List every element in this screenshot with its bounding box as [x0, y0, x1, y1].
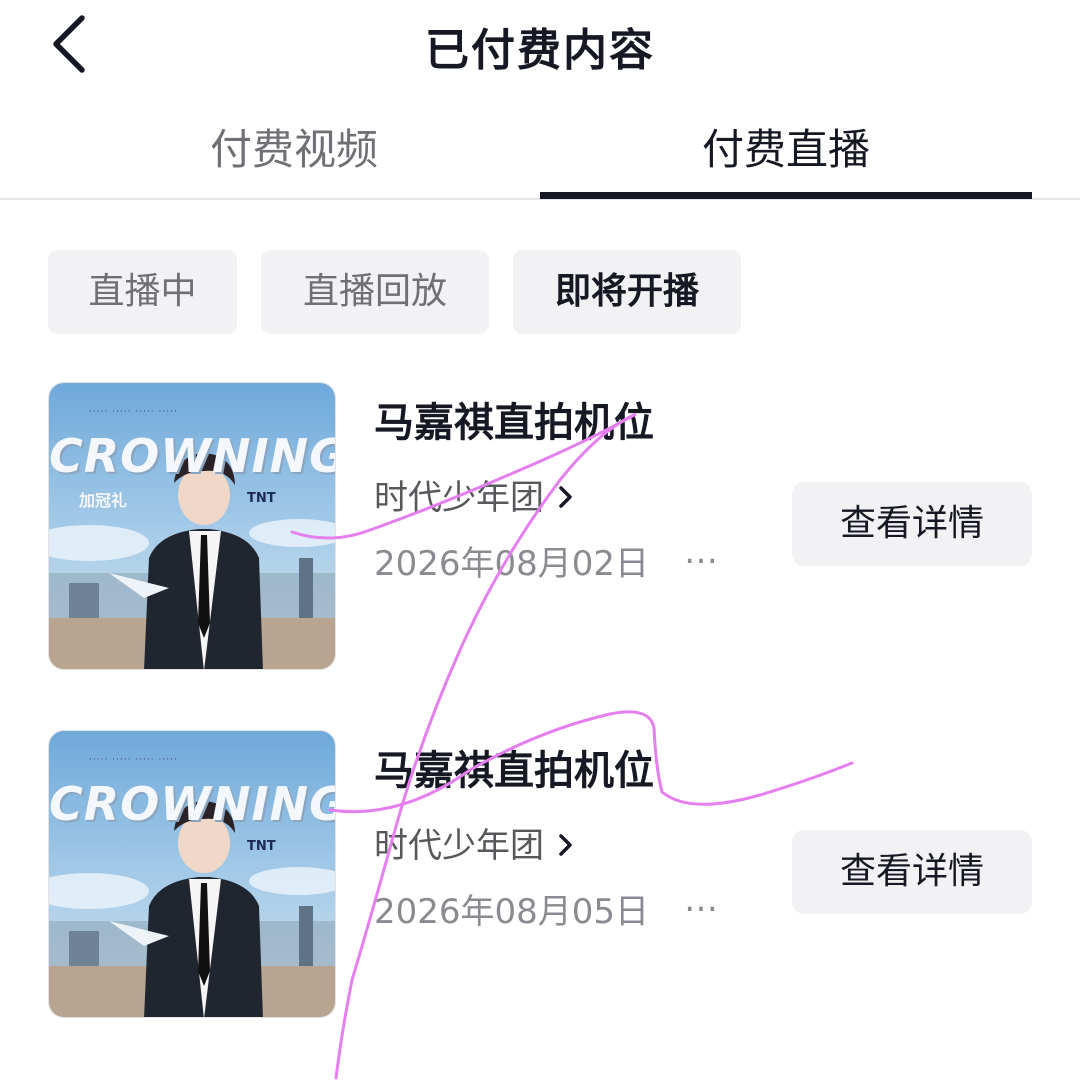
- cover-caption: ····· ····· ····· ·····: [89, 407, 178, 417]
- view-details-button[interactable]: 查看详情: [792, 482, 1032, 566]
- author-name: 时代少年团: [374, 826, 544, 866]
- cover-photo: [49, 383, 335, 669]
- cover-brand: TNT: [247, 839, 276, 854]
- item-date: 2026年08月05日: [374, 892, 650, 932]
- item-author[interactable]: 时代少年团: [374, 470, 577, 519]
- cover-title: CROWNING: [49, 429, 336, 483]
- page-title: 已付费内容: [425, 25, 655, 76]
- list-item[interactable]: ····· ····· ····· ····· CROWNING TNT 马嘉祺…: [0, 730, 1080, 1020]
- view-details-button[interactable]: 查看详情: [792, 830, 1032, 914]
- cover-subtitle: 加冠礼: [79, 491, 128, 510]
- cover-title: CROWNING: [49, 777, 336, 831]
- tab-bar: 付费视频 付费直播: [0, 100, 1080, 200]
- cover-brand: TNT: [247, 491, 276, 506]
- chevron-right-icon: [559, 486, 572, 508]
- cover-image[interactable]: ····· ····· ····· ····· CROWNING 加冠礼 TNT: [48, 382, 336, 670]
- item-title[interactable]: 马嘉祺直拍机位: [374, 738, 654, 796]
- author-name: 时代少年团: [374, 478, 544, 518]
- more-icon[interactable]: …: [684, 532, 718, 572]
- cover-image[interactable]: ····· ····· ····· ····· CROWNING TNT: [48, 730, 336, 1018]
- filter-upcoming[interactable]: 即将开播: [513, 250, 741, 334]
- item-title[interactable]: 马嘉祺直拍机位: [374, 390, 654, 448]
- item-author[interactable]: 时代少年团: [374, 818, 577, 867]
- more-icon[interactable]: …: [684, 880, 718, 920]
- tab-paid-videos[interactable]: 付费视频: [48, 116, 540, 200]
- item-date: 2026年08月02日: [374, 544, 650, 584]
- cover-photo: [49, 731, 335, 1017]
- cover-caption: ····· ····· ····· ·····: [89, 755, 178, 765]
- filter-live-now[interactable]: 直播中: [48, 250, 237, 334]
- list-item[interactable]: ····· ····· ····· ····· CROWNING 加冠礼 TNT…: [0, 382, 1080, 672]
- header-bar: 已付费内容: [0, 0, 1080, 90]
- filter-replay[interactable]: 直播回放: [261, 250, 489, 334]
- chevron-right-icon: [559, 834, 572, 856]
- active-tab-indicator: [540, 192, 1032, 199]
- tab-paid-live[interactable]: 付费直播: [540, 116, 1032, 200]
